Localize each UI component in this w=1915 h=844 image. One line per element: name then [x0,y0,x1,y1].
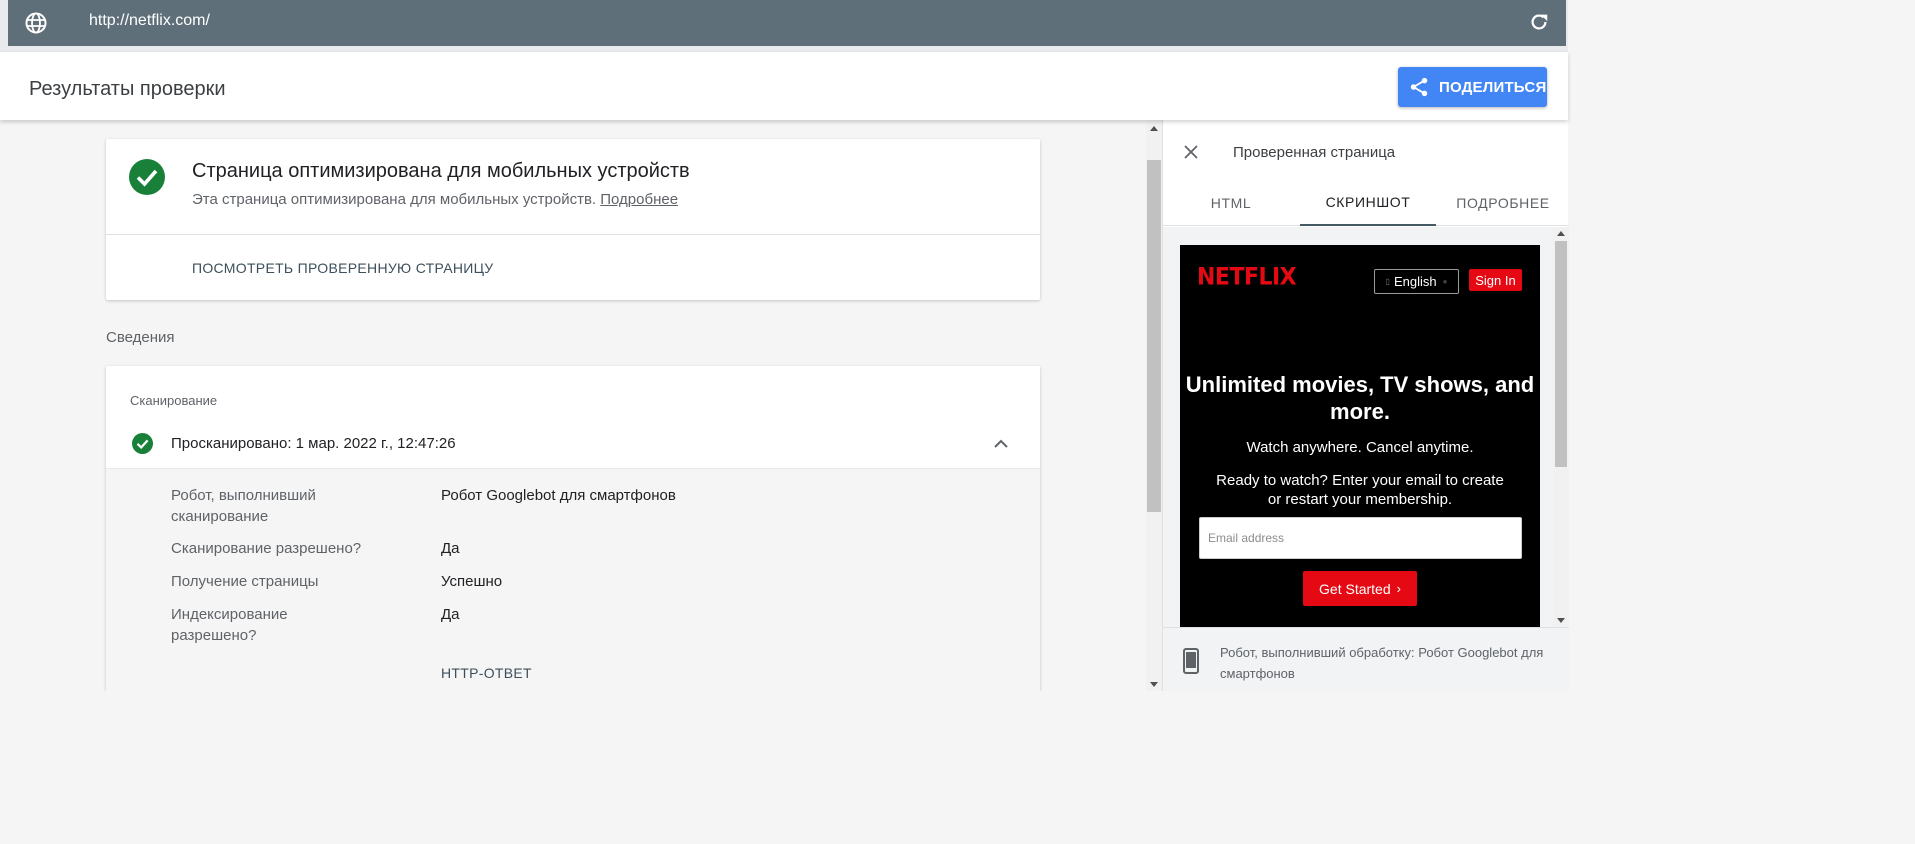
view-tested-page-button[interactable]: ПОСМОТРЕТЬ ПРОВЕРЕННУЮ СТРАНИЦУ [192,260,493,276]
result-card: Страница оптимизирована для мобильных ус… [106,139,1040,300]
page-screenshot: NETFLIX ▯ English ● Sign In Unlimited mo… [1180,245,1540,627]
chevron-up-icon[interactable] [993,436,1009,452]
globe-icon [24,11,48,35]
detail-value: Да [441,606,460,623]
scroll-down-arrow[interactable] [1557,618,1565,623]
main-content: Страница оптимизирована для мобильных ус… [0,120,1146,691]
screenshot-viewport: NETFLIX ▯ English ● Sign In Unlimited mo… [1163,227,1569,627]
chevron-right-icon: › [1396,581,1401,596]
detail-label: Получение страницы [171,573,319,590]
detail-label: Робот, выполнивший сканирование [171,487,316,525]
get-started-button: Get Started › [1303,571,1417,606]
crawl-subtitle: Сканирование [130,393,218,408]
netflix-headline: Unlimited movies, TV shows, and more. [1185,372,1535,424]
share-button[interactable]: ПОДЕЛИТЬСЯ [1398,67,1547,107]
result-title: Страница оптимизирована для мобильных ус… [192,160,690,182]
page-header: Результаты проверки ПОДЕЛИТЬСЯ [0,52,1568,120]
netflix-logo: NETFLIX [1197,263,1297,292]
detail-value: Успешно [441,573,503,590]
crawler-info: Робот, выполнивший обработку: Робот Goog… [1220,645,1544,681]
tab-more[interactable]: ПОДРОБНЕЕ [1437,180,1569,226]
dropdown-icon: ● [1442,277,1448,286]
share-button-label: ПОДЕЛИТЬСЯ [1439,78,1547,96]
netflix-subheadline: Watch anywhere. Cancel anytime. [1246,439,1474,456]
more-link[interactable]: Подробнее [600,191,678,208]
tab-screenshot[interactable]: СКРИНШОТ [1300,180,1436,226]
close-icon[interactable] [1183,144,1199,160]
detail-label: Сканирование разрешено? [171,540,362,557]
scroll-thumb[interactable] [1147,160,1161,512]
page-title: Результаты проверки [29,78,226,100]
get-started-label: Get Started [1319,580,1391,597]
scroll-thumb[interactable] [1555,241,1567,467]
url-bar: http://netflix.com/ [0,0,1568,52]
check-circle-icon [132,433,153,454]
scroll-up-arrow[interactable] [1150,126,1158,131]
phone-icon [1183,648,1199,674]
result-description: Эта страница оптимизирована для мобильны… [192,191,678,208]
email-field: Email address [1199,517,1522,559]
tested-page-panel: Проверенная страница HTML СКРИНШОТ ПОДРО… [1162,120,1569,691]
crawl-card: Сканирование Просканировано: 1 мар. 2022… [106,366,1040,691]
detail-value: Робот Googlebot для смартфонов [441,487,676,504]
url-text[interactable]: http://netflix.com/ [89,12,210,30]
sign-in-button: Sign In [1469,269,1522,291]
scroll-down-arrow[interactable] [1150,682,1158,687]
details-section-label: Сведения [106,329,175,346]
scroll-up-arrow[interactable] [1557,231,1565,236]
url-bar-inner: http://netflix.com/ [8,0,1566,46]
detail-value: Да [441,540,460,557]
crawl-status: Просканировано: 1 мар. 2022 г., 12:47:26 [171,435,456,452]
result-description-text: Эта страница оптимизирована для мобильны… [192,191,597,208]
panel-scrollbar[interactable] [1553,227,1569,627]
crawl-details: Робот, выполнивший сканирование Робот Go… [106,468,1040,691]
divider [106,234,1040,235]
share-icon [1410,77,1428,97]
reload-icon[interactable] [1528,11,1550,33]
language-label: English [1393,274,1437,289]
main-scrollbar[interactable] [1146,120,1162,691]
panel-footer: Робот, выполнивший обработку: Робот Goog… [1163,627,1569,691]
panel-title: Проверенная страница [1233,144,1396,161]
globe-icon: ▯ [1385,277,1390,286]
panel-tabs: HTML СКРИНШОТ ПОДРОБНЕЕ [1163,180,1569,226]
netflix-prompt: Ready to watch? Enter your email to crea… [1216,472,1504,508]
language-select: ▯ English ● [1374,269,1459,294]
tab-html[interactable]: HTML [1163,180,1299,226]
check-circle-icon [129,159,165,195]
detail-label: Индексирование разрешено? [171,606,288,644]
http-response-header[interactable]: HTTP-ОТВЕТ [441,665,532,681]
